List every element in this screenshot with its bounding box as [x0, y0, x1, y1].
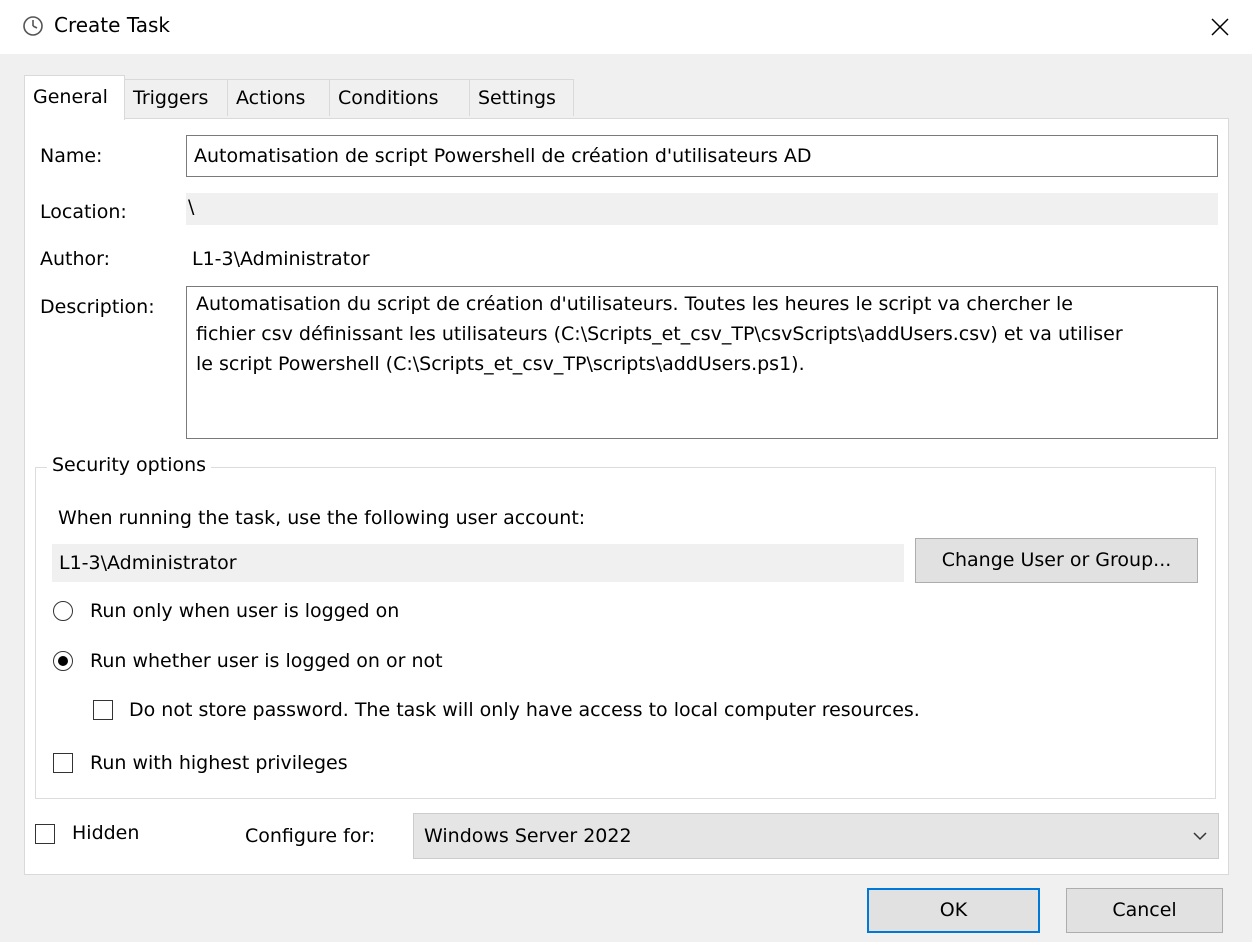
tab-triggers[interactable]: Triggers	[124, 79, 228, 116]
description-line: Automatisation du script de création d'u…	[196, 293, 1073, 315]
task-scheduler-clock-icon	[23, 16, 43, 36]
configure-for-select[interactable]: Windows Server 2022	[413, 813, 1219, 859]
title-bar: Create Task	[0, 0, 1252, 54]
change-user-button[interactable]: Change User or Group...	[915, 538, 1198, 583]
security-options-legend: Security options	[47, 454, 212, 476]
location-field: \	[186, 193, 1218, 225]
location-value: \	[188, 196, 195, 218]
description-line: fichier csv définissant les utilisateurs…	[196, 323, 1123, 345]
configure-for-value: Windows Server 2022	[424, 825, 632, 847]
run-whether-logged-on-label[interactable]: Run whether user is logged on or not	[90, 650, 443, 672]
tab-settings[interactable]: Settings	[469, 79, 574, 116]
run-only-logged-on-label[interactable]: Run only when user is logged on	[90, 600, 399, 622]
configure-for-label: Configure for:	[245, 825, 376, 847]
window-title: Create Task	[54, 13, 170, 37]
name-label: Name:	[40, 145, 103, 167]
author-label: Author:	[40, 248, 111, 270]
cancel-button[interactable]: Cancel	[1066, 888, 1223, 933]
close-icon	[1211, 18, 1229, 36]
author-value: L1-3\Administrator	[192, 248, 370, 270]
do-not-store-password-checkbox[interactable]	[93, 700, 113, 720]
tab-general[interactable]: General	[24, 75, 125, 120]
tab-conditions[interactable]: Conditions	[329, 79, 470, 116]
task-name-input[interactable]: Automatisation de script Powershell de c…	[186, 135, 1218, 177]
run-only-logged-on-radio[interactable]	[53, 601, 73, 621]
hidden-label[interactable]: Hidden	[72, 822, 139, 844]
description-label: Description:	[40, 296, 155, 318]
description-textarea[interactable]: Automatisation du script de création d'u…	[186, 286, 1218, 439]
tab-actions[interactable]: Actions	[227, 79, 330, 116]
do-not-store-password-label[interactable]: Do not store password. The task will onl…	[129, 699, 920, 721]
ok-button[interactable]: OK	[867, 888, 1040, 933]
location-label: Location:	[40, 201, 127, 223]
chevron-down-icon	[1193, 832, 1207, 841]
description-line: le script Powershell (C:\Scripts_et_csv_…	[196, 353, 805, 375]
highest-privileges-checkbox[interactable]	[53, 753, 73, 773]
close-button[interactable]	[1188, 0, 1252, 54]
run-whether-logged-on-radio[interactable]	[53, 651, 73, 671]
user-account-field: L1-3\Administrator	[52, 544, 904, 582]
account-prompt: When running the task, use the following…	[58, 507, 586, 529]
hidden-checkbox[interactable]	[35, 824, 55, 844]
highest-privileges-label[interactable]: Run with highest privileges	[90, 752, 348, 774]
